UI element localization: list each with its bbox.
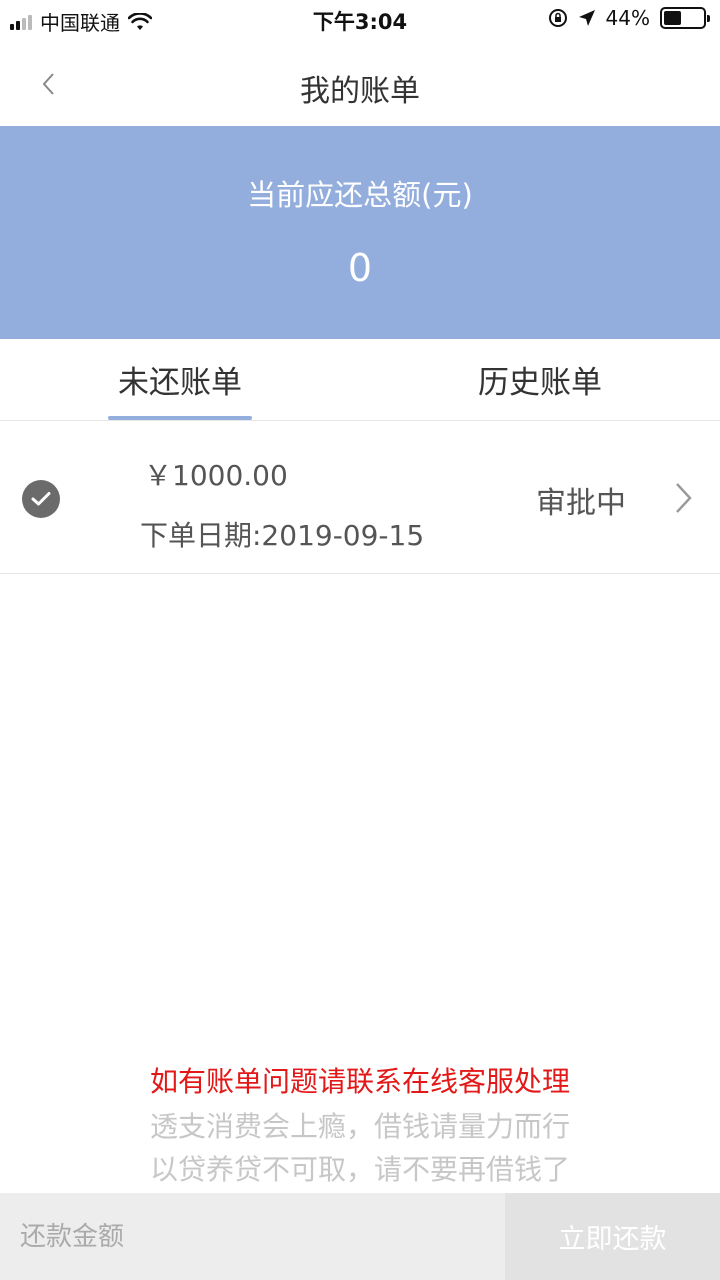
bill-amount: ￥1000.00	[144, 459, 288, 492]
warning-notice-2: 以贷养贷不可取，请不要再借钱了	[149, 1153, 570, 1186]
repay-now-button[interactable]: 立即还款	[505, 1193, 720, 1280]
support-notice: 如有账单问题请联系在线客服处理	[149, 1065, 570, 1098]
tab-active-indicator	[108, 416, 252, 420]
orientation-lock-icon	[548, 9, 567, 27]
status-right: 44%	[548, 6, 710, 30]
tab-unpaid[interactable]: 未还账单	[118, 357, 242, 402]
bill-date: 下单日期:2019-09-15	[140, 519, 425, 552]
chevron-right-icon	[676, 483, 692, 513]
summary-label: 当前应还总额(元)	[247, 178, 473, 212]
status-bar: 中国联通 下午3:04 44%	[0, 0, 720, 40]
warning-notice-1: 透支消费会上瘾，借钱请量力而行	[149, 1110, 570, 1143]
nav-bar: 我的账单	[0, 40, 720, 126]
bill-tabs: 未还账单 历史账单	[0, 339, 720, 421]
summary-banner: 当前应还总额(元) 0	[0, 126, 720, 339]
bill-status: 审批中	[536, 486, 626, 521]
battery-icon	[660, 7, 710, 29]
bottom-bar: 立即还款	[0, 1193, 720, 1280]
page-title: 我的账单	[300, 74, 420, 109]
summary-amount: 0	[347, 246, 373, 290]
tab-history[interactable]: 历史账单	[478, 357, 602, 402]
check-circle-icon[interactable]	[22, 480, 60, 518]
repay-amount-input[interactable]	[0, 1193, 505, 1280]
bill-list-item[interactable]: ￥1000.00 下单日期:2019-09-15 审批中	[0, 422, 720, 574]
screen: 中国联通 下午3:04 44% 我的账单 当前应还总额(元) 0 未还账单 历史…	[0, 0, 720, 1280]
location-icon	[578, 10, 595, 26]
battery-percent: 44%	[605, 6, 650, 30]
battery-fill	[664, 11, 681, 25]
